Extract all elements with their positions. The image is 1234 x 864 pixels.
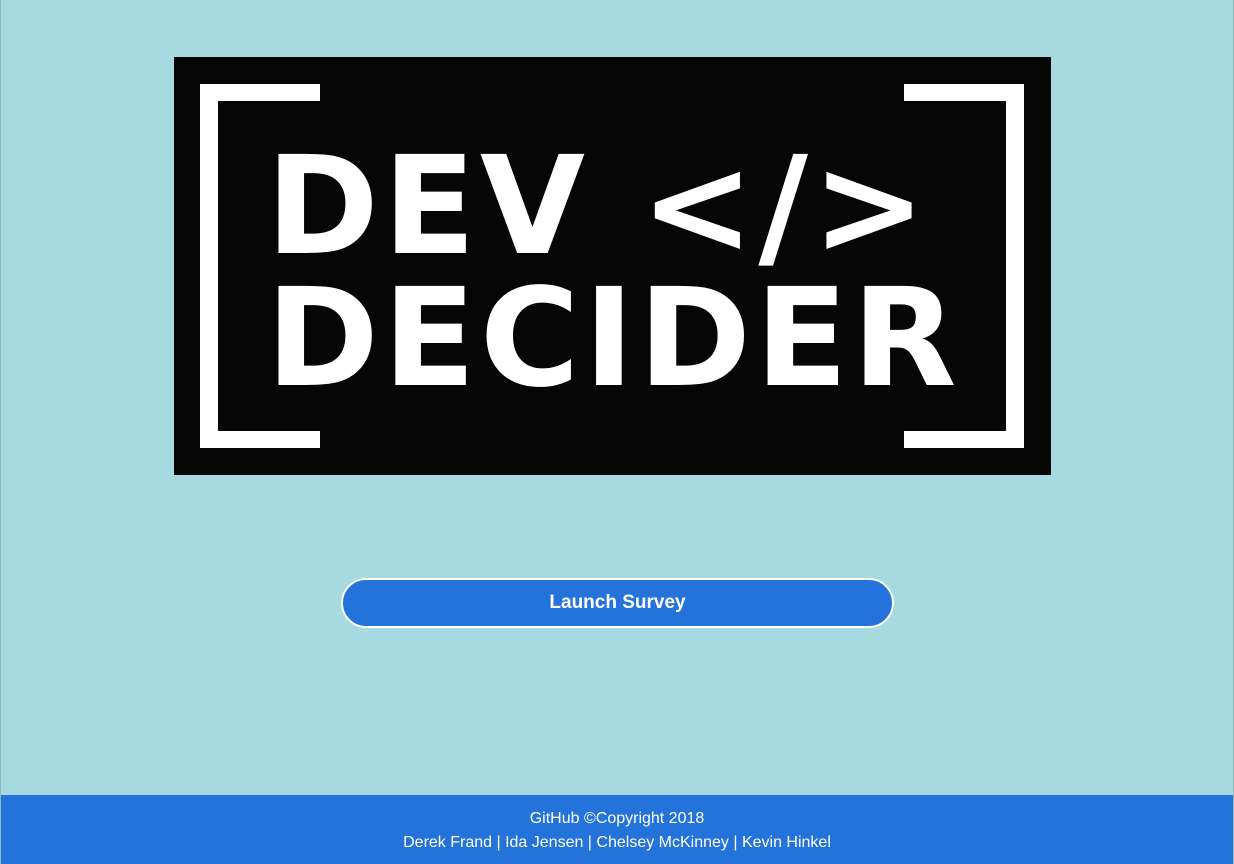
footer-authors: Derek Frand | Ida Jensen | Chelsey McKin… [403, 834, 831, 851]
github-link[interactable]: GitHub [530, 810, 580, 827]
logo-text-line-1: DEV </> [266, 128, 930, 286]
launch-survey-button[interactable]: Launch Survey [341, 578, 894, 628]
logo-text-line-2: DECIDER [266, 260, 961, 418]
dev-decider-logo: DEV </> DECIDER [174, 57, 1051, 475]
footer-copyright-line: GitHub ©Copyright 2018 [1, 810, 1233, 828]
copyright-text: ©Copyright 2018 [583, 810, 705, 827]
footer: GitHub ©Copyright 2018 Derek Frand | Ida… [1, 795, 1233, 864]
